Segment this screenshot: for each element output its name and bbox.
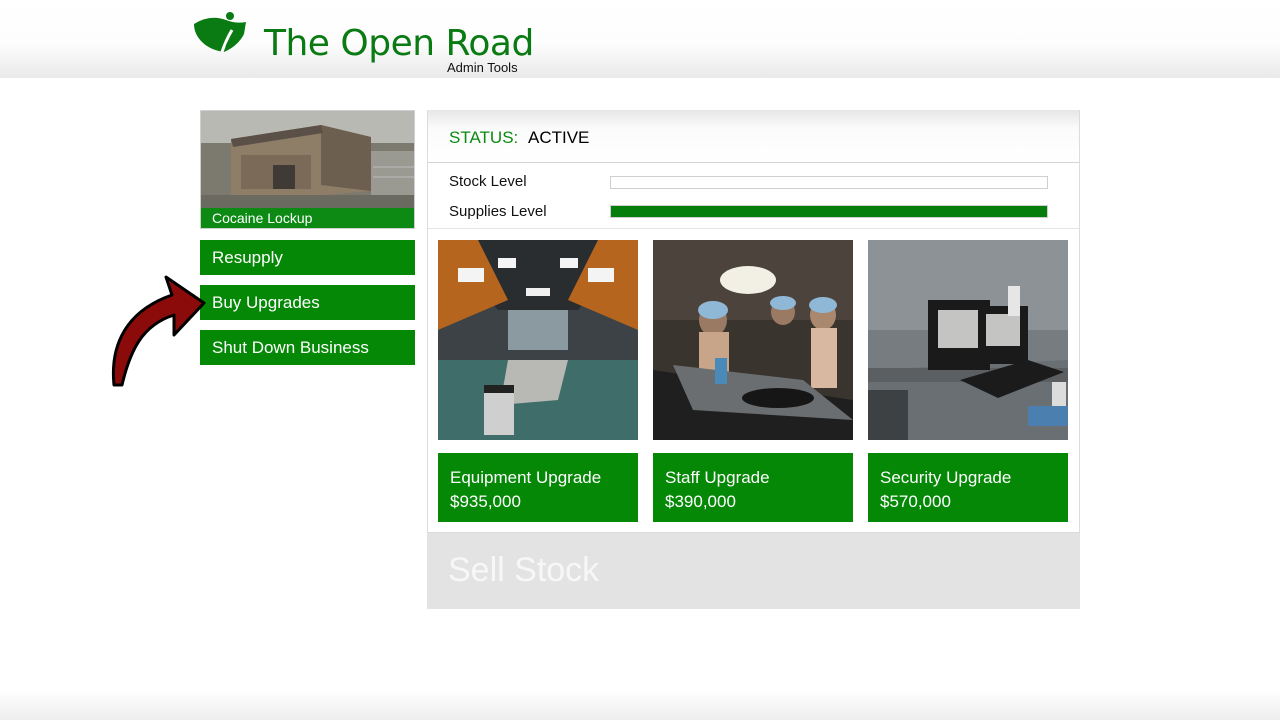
security-upgrade-image[interactable] (868, 240, 1068, 440)
supplies-level-fill (611, 206, 1047, 217)
logo-title: The Open Road (264, 23, 534, 64)
status-value: ACTIVE (528, 128, 590, 147)
status-label: STATUS: (449, 128, 519, 147)
supplies-level-bar (610, 205, 1048, 218)
equipment-upgrade-image[interactable] (438, 240, 638, 440)
status-bar: STATUS: ACTIVE (428, 110, 1079, 163)
logo-subtitle: Admin Tools (447, 60, 518, 75)
upgrade-name: Security Upgrade (880, 468, 1012, 487)
resupply-button[interactable]: Resupply (200, 240, 415, 275)
shut-down-business-button[interactable]: Shut Down Business (200, 330, 415, 365)
security-upgrade-button[interactable]: Security Upgrade $570,000 (868, 453, 1068, 522)
property-card: Cocaine Lockup (200, 110, 415, 229)
supplies-level-label: Supplies Level (449, 203, 547, 220)
upgrade-name: Equipment Upgrade (450, 468, 602, 487)
staff-upgrade-image[interactable] (653, 240, 853, 440)
buy-upgrades-button[interactable]: Buy Upgrades (200, 285, 415, 320)
upgrade-price: $935,000 (450, 492, 521, 511)
stock-level-label: Stock Level (449, 173, 527, 190)
bottom-fade (0, 690, 1280, 720)
site-header: The Open Road Admin Tools (0, 0, 1280, 78)
logo-road-icon (194, 12, 246, 53)
divider (428, 228, 1079, 229)
equipment-upgrade-button[interactable]: Equipment Upgrade $935,000 (438, 453, 638, 522)
sell-stock-button[interactable]: Sell Stock (427, 533, 1080, 609)
site-logo[interactable]: The Open Road Admin Tools (192, 10, 537, 75)
annotation-arrow-icon (111, 275, 206, 387)
upgrade-price: $570,000 (880, 492, 951, 511)
staff-upgrade-button[interactable]: Staff Upgrade $390,000 (653, 453, 853, 522)
property-name: Cocaine Lockup (201, 208, 414, 228)
upgrade-price: $390,000 (665, 492, 736, 511)
business-panel: STATUS: ACTIVE Stock Level Supplies Leve… (427, 110, 1080, 533)
upgrade-name: Staff Upgrade (665, 468, 770, 487)
stock-level-bar (610, 176, 1048, 189)
